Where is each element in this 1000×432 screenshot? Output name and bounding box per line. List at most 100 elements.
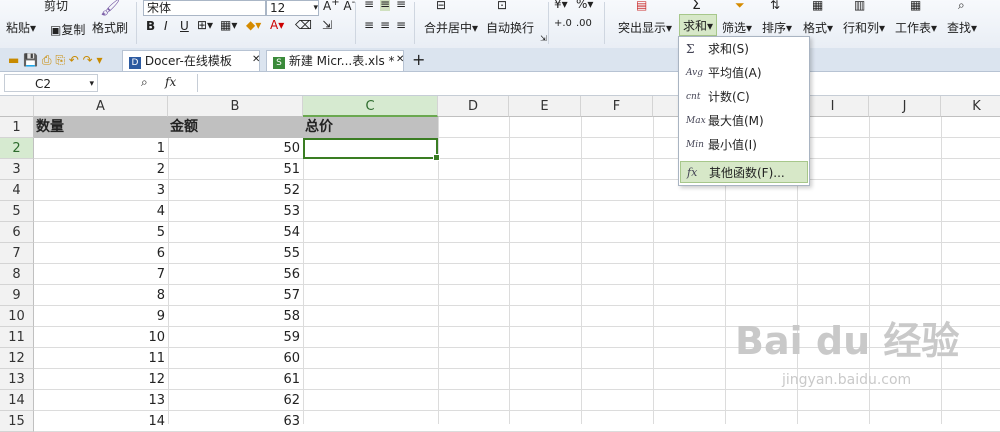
alignment-dialog-icon[interactable]: ⇲ <box>540 34 547 43</box>
filter-button[interactable]: 筛选▾ <box>722 19 752 36</box>
row-header[interactable]: 8 <box>0 264 34 285</box>
zoom-search-icon[interactable]: ⌕ <box>141 75 148 90</box>
bold-button[interactable]: B <box>146 19 155 33</box>
font-size-select[interactable]: 12 ▾ <box>266 0 319 16</box>
font-grow-icon[interactable]: A+ A- <box>323 0 355 13</box>
row-header[interactable]: 11 <box>0 327 34 348</box>
column-header-a[interactable]: A <box>34 96 168 117</box>
menu-item-count[interactable]: cnt 计数(C) <box>680 86 808 108</box>
cell-quantity[interactable]: 10 <box>34 327 168 348</box>
row-header[interactable]: 5 <box>0 201 34 222</box>
row-header[interactable]: 15 <box>0 411 34 432</box>
cell-amount[interactable]: 63 <box>168 411 303 432</box>
select-all-corner[interactable] <box>0 96 34 117</box>
border-icon[interactable]: ⊞▾ <box>197 18 213 32</box>
cell-quantity[interactable]: 1 <box>34 138 168 159</box>
font-dialog-icon[interactable]: ⇲ <box>322 18 332 32</box>
fx-icon[interactable]: fx <box>165 75 176 89</box>
column-header-f[interactable]: F <box>581 96 653 117</box>
menu-item-average[interactable]: Avg 平均值(A) <box>680 62 808 84</box>
row-header[interactable]: 7 <box>0 243 34 264</box>
cell-amount[interactable]: 58 <box>168 306 303 327</box>
rows-cols-button[interactable]: 行和列▾ <box>843 19 885 36</box>
cell-amount[interactable]: 60 <box>168 348 303 369</box>
menu-item-other-functions[interactable]: fx 其他函数(F)... <box>680 161 808 183</box>
format-button[interactable]: 格式▾ <box>803 19 833 36</box>
percent-button[interactable]: %▾ <box>576 0 593 11</box>
align-center-icon[interactable]: ≡ <box>380 18 390 32</box>
cell-amount[interactable]: 52 <box>168 180 303 201</box>
close-icon[interactable]: ✕ <box>246 50 266 70</box>
cell-a1[interactable]: 数量 <box>34 117 168 138</box>
row-header[interactable]: 12 <box>0 348 34 369</box>
highlight-button[interactable]: 突出显示▾ <box>618 19 672 36</box>
merge-center-button[interactable]: 合并居中▾ <box>424 19 478 36</box>
row-header[interactable]: 1 <box>0 117 34 138</box>
row-header[interactable]: 3 <box>0 159 34 180</box>
format-painter-button[interactable]: 格式刷 <box>92 19 128 36</box>
font-color-icon[interactable]: A▾ <box>270 18 284 32</box>
paste-button[interactable]: 粘贴▾ <box>6 19 36 36</box>
menu-item-sum[interactable]: Σ 求和(S) <box>680 38 808 60</box>
name-box[interactable]: C2 ▾ <box>4 74 98 92</box>
row-header[interactable]: 2 <box>0 138 34 159</box>
align-right-icon[interactable]: ≡ <box>396 18 406 32</box>
row-header[interactable]: 10 <box>0 306 34 327</box>
cell-quantity[interactable]: 6 <box>34 243 168 264</box>
cell-quantity[interactable]: 2 <box>34 159 168 180</box>
currency-icon[interactable]: ¥▾ <box>554 0 568 11</box>
align-bottom-icon[interactable]: ≡ <box>396 0 406 11</box>
cell-quantity[interactable]: 7 <box>34 264 168 285</box>
decimal-increase-icon[interactable]: +.0 <box>554 18 572 29</box>
row-header[interactable]: 14 <box>0 390 34 411</box>
worksheet-button[interactable]: 工作表▾ <box>895 19 937 36</box>
tab-docer[interactable]: D Docer-在线模板 <box>122 50 260 71</box>
wrap-text-button[interactable]: 自动换行 <box>486 19 534 36</box>
cell-amount[interactable]: 56 <box>168 264 303 285</box>
cell-amount[interactable]: 62 <box>168 390 303 411</box>
column-header-c[interactable]: C <box>303 96 438 117</box>
cell-quantity[interactable]: 5 <box>34 222 168 243</box>
cell-c1[interactable]: 总价 <box>303 117 438 138</box>
cell-quantity[interactable]: 4 <box>34 201 168 222</box>
format-painter-icon[interactable]: 🖌 <box>100 0 120 17</box>
align-middle-icon[interactable]: ≡ <box>380 0 391 11</box>
row-header[interactable]: 6 <box>0 222 34 243</box>
cell-quantity[interactable]: 13 <box>34 390 168 411</box>
fill-color-icon[interactable]: ◆▾ <box>246 18 261 32</box>
cell-quantity[interactable]: 11 <box>34 348 168 369</box>
underline-button[interactable]: U <box>180 19 189 33</box>
menu-item-min[interactable]: Min 最小值(I) <box>680 134 808 156</box>
cell-amount[interactable]: 50 <box>168 138 303 159</box>
cell-amount[interactable]: 55 <box>168 243 303 264</box>
column-header-d[interactable]: D <box>438 96 509 117</box>
row-header[interactable]: 9 <box>0 285 34 306</box>
row-header[interactable]: 13 <box>0 369 34 390</box>
align-top-icon[interactable]: ≡ <box>364 0 374 11</box>
cell-quantity[interactable]: 8 <box>34 285 168 306</box>
column-header-j[interactable]: J <box>869 96 941 117</box>
font-name-select[interactable]: 宋体 <box>143 0 266 16</box>
cell-quantity[interactable]: 14 <box>34 411 168 432</box>
cell-amount[interactable]: 54 <box>168 222 303 243</box>
column-header-k[interactable]: K <box>941 96 1000 117</box>
active-cell-c2[interactable] <box>303 138 440 161</box>
cell-amount[interactable]: 61 <box>168 369 303 390</box>
cell-amount[interactable]: 59 <box>168 327 303 348</box>
new-tab-button[interactable]: + <box>406 50 431 70</box>
cell-amount[interactable]: 57 <box>168 285 303 306</box>
cell-quantity[interactable]: 3 <box>34 180 168 201</box>
sort-button[interactable]: 排序▾ <box>762 19 792 36</box>
row-header[interactable]: 4 <box>0 180 34 201</box>
cut-button[interactable]: 剪切 <box>44 0 68 14</box>
decimal-decrease-icon[interactable]: .00 <box>576 18 592 29</box>
column-header-b[interactable]: B <box>168 96 303 117</box>
find-button[interactable]: 查找▾ <box>947 19 977 36</box>
quick-access-icons[interactable]: ▬ 💾 ⎙ ⎘ ↶ ↷ ▾ <box>2 50 109 70</box>
cell-amount[interactable]: 53 <box>168 201 303 222</box>
italic-button[interactable]: I <box>164 19 168 33</box>
cell-amount[interactable]: 51 <box>168 159 303 180</box>
clear-format-icon[interactable]: ⌫ <box>295 18 312 32</box>
fill-pattern-icon[interactable]: ▦▾ <box>220 18 237 32</box>
tab-workbook[interactable]: S 新建 Micr...表.xls * <box>266 50 404 71</box>
